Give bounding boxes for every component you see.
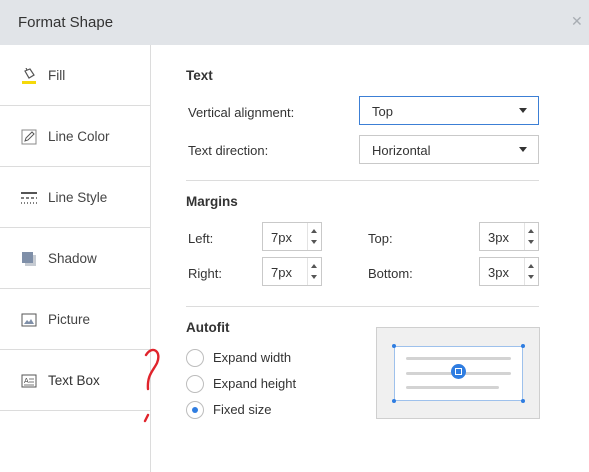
margin-bottom-value: 3px <box>488 265 509 280</box>
margin-left-value: 7px <box>271 230 292 245</box>
arrow-down-icon[interactable] <box>311 275 317 279</box>
margin-top-label: Top: <box>368 231 393 246</box>
picture-icon <box>21 312 37 328</box>
margin-left-label: Left: <box>188 231 214 246</box>
arrow-up-icon[interactable] <box>528 264 534 268</box>
question-mark-annotation <box>143 348 160 423</box>
sidebar-item-label: Picture <box>48 312 91 327</box>
margin-top-value: 3px <box>488 230 509 245</box>
text-direction-value: Horizontal <box>372 143 431 158</box>
dialog-titlebar: Format Shape ✕ <box>0 0 589 45</box>
sidebar-item-fill[interactable]: Fill <box>0 45 150 106</box>
expand-width-label: Expand width <box>213 350 292 365</box>
vertical-alignment-value: Top <box>372 104 393 119</box>
resize-handle <box>392 399 396 403</box>
expand-width-radio[interactable] <box>186 349 204 367</box>
margin-right-label: Right: <box>188 266 222 281</box>
fixed-size-radio[interactable] <box>186 401 204 419</box>
vertical-alignment-label: Vertical alignment: <box>188 105 295 120</box>
margins-section-title: Margins <box>186 194 238 209</box>
sidebar-item-label: Shadow <box>48 251 97 266</box>
svg-text:A: A <box>24 378 29 385</box>
expand-height-label: Expand height <box>213 376 297 391</box>
sidebar-item-line-style[interactable]: Line Style <box>0 167 150 228</box>
margin-bottom-stepper[interactable]: 3px <box>479 257 539 286</box>
vertical-alignment-select[interactable]: Top <box>359 96 539 125</box>
arrow-up-icon[interactable] <box>311 229 317 233</box>
chevron-down-icon <box>519 147 527 152</box>
margin-right-stepper[interactable]: 7px <box>262 257 322 286</box>
resize-handle <box>521 344 525 348</box>
autofit-preview <box>376 327 540 419</box>
margin-left-stepper[interactable]: 7px <box>262 222 322 251</box>
resize-handle <box>392 344 396 348</box>
arrow-up-icon[interactable] <box>311 264 317 268</box>
arrow-down-icon[interactable] <box>528 240 534 244</box>
arrow-up-icon[interactable] <box>528 229 534 233</box>
sidebar-item-shadow[interactable]: Shadow <box>0 228 150 289</box>
divider <box>186 306 539 307</box>
chevron-down-icon <box>519 108 527 113</box>
margin-bottom-label: Bottom: <box>368 266 413 281</box>
text-direction-select[interactable]: Horizontal <box>359 135 539 164</box>
sidebar-item-label: Fill <box>48 68 66 83</box>
preview-text-box <box>394 346 523 401</box>
dialog-title: Format Shape <box>18 14 114 31</box>
sidebar-item-text-box[interactable]: A Text Box <box>0 350 150 411</box>
expand-height-radio[interactable] <box>186 375 204 393</box>
divider <box>186 180 539 181</box>
autofit-section-title: Autofit <box>186 320 230 335</box>
pencil-icon <box>21 129 37 145</box>
sidebar-item-label: Line Color <box>48 129 110 144</box>
margin-right-value: 7px <box>271 265 292 280</box>
close-icon[interactable]: ✕ <box>571 13 583 30</box>
text-direction-label: Text direction: <box>188 143 269 158</box>
arrow-down-icon[interactable] <box>528 275 534 279</box>
text-section-title: Text <box>186 68 213 83</box>
shadow-icon <box>21 251 37 267</box>
sidebar-item-label: Line Style <box>48 190 108 205</box>
sidebar-item-label: Text Box <box>48 373 100 388</box>
margin-top-stepper[interactable]: 3px <box>479 222 539 251</box>
move-handle-icon <box>451 364 466 379</box>
fill-bucket-icon <box>21 67 37 84</box>
sidebar-item-picture[interactable]: Picture <box>0 289 150 350</box>
resize-handle <box>521 399 525 403</box>
sidebar: Fill Line Color Line Style Shadow Pictur… <box>0 45 160 472</box>
sidebar-item-line-color[interactable]: Line Color <box>0 106 150 167</box>
arrow-down-icon[interactable] <box>311 240 317 244</box>
fixed-size-label: Fixed size <box>213 402 272 417</box>
line-style-icon <box>21 190 37 206</box>
text-box-icon: A <box>21 373 37 389</box>
